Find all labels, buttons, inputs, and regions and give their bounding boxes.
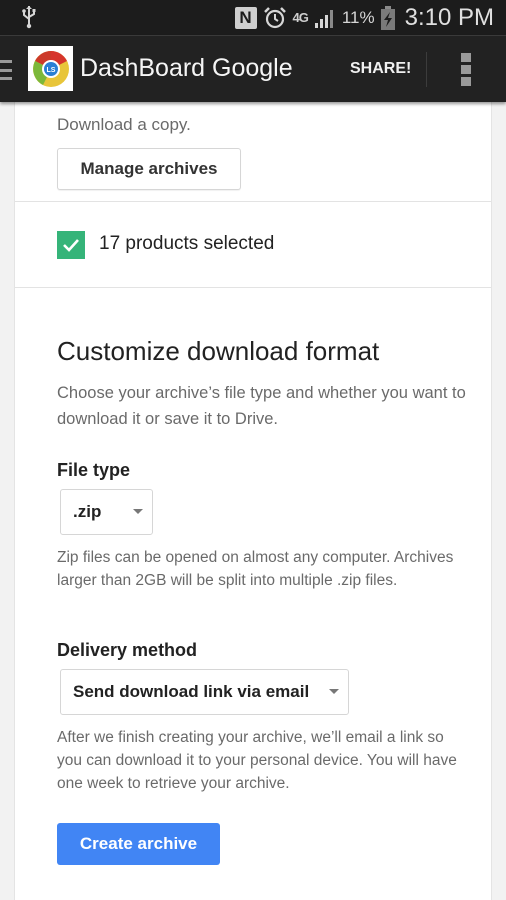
- file-type-value: .zip: [73, 502, 102, 521]
- divider: [15, 201, 491, 202]
- file-type-label: File type: [57, 460, 131, 480]
- manage-archives-button[interactable]: Manage archives: [57, 148, 241, 190]
- divider: [15, 287, 491, 288]
- download-copy-text: Download a copy.: [57, 115, 191, 134]
- delivery-method-value: Send download link via email: [73, 682, 310, 701]
- file-type-select[interactable]: .zip: [60, 489, 153, 535]
- hamburger-icon[interactable]: [0, 60, 12, 80]
- products-selected-label: 17 products selected: [99, 233, 275, 254]
- action-bar: LS DashBoard Google SHARE!: [0, 35, 506, 102]
- dropdown-arrow-icon: [329, 689, 339, 694]
- create-archive-button[interactable]: Create archive: [57, 823, 220, 865]
- status-bar: N 4G 11% 3:10 PM: [0, 0, 506, 35]
- app-logo[interactable]: LS: [28, 46, 73, 91]
- delivery-method-select[interactable]: Send download link via email: [60, 669, 349, 715]
- dashboard-logo-icon: LS: [32, 50, 69, 87]
- action-bar-divider: [426, 52, 427, 87]
- products-checkbox[interactable]: [57, 231, 85, 259]
- delivery-method-help: After we finish creating your archive, w…: [57, 729, 457, 792]
- clock: 3:10 PM: [404, 3, 494, 31]
- svg-text:LS: LS: [46, 67, 55, 74]
- overflow-menu-icon[interactable]: [461, 53, 471, 86]
- usb-icon: [22, 6, 36, 29]
- nfc-icon: N: [234, 6, 257, 29]
- section-description: Choose your archive’s file type and whet…: [57, 384, 466, 428]
- network-type-icon: 4G: [292, 10, 309, 25]
- delivery-method-label: Delivery method: [57, 640, 198, 660]
- file-type-help: Zip files can be opened on almost any co…: [57, 549, 454, 589]
- section-title: Customize download format: [57, 336, 380, 366]
- takeout-card: Download a copy. Manage archives 17 prod…: [14, 102, 492, 900]
- alarm-clock-icon: [263, 6, 286, 28]
- app-title: DashBoard Google: [80, 54, 293, 82]
- checkmark-icon: [63, 239, 79, 252]
- signal-bars-icon: [314, 9, 333, 28]
- share-button[interactable]: SHARE!: [350, 60, 411, 78]
- battery-percent: 11%: [341, 7, 375, 27]
- dropdown-arrow-icon: [133, 509, 143, 514]
- battery-charging-icon: [380, 5, 395, 30]
